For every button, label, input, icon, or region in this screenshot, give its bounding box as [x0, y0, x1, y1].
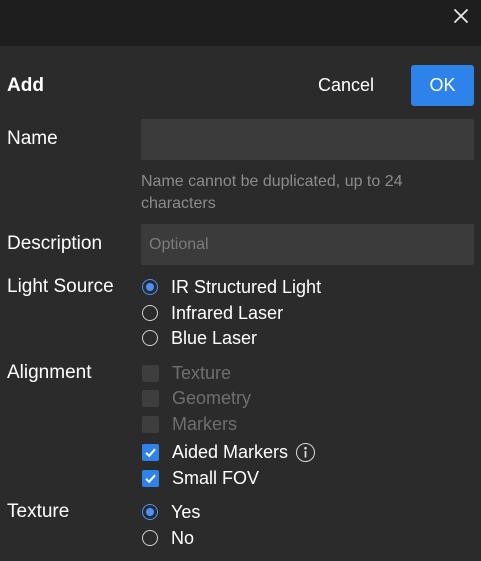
option-label: Small FOV	[172, 467, 260, 488]
add-dialog: Add Cancel OK Name Name cannot be duplic…	[0, 46, 481, 561]
option-label: Markers	[172, 413, 238, 434]
option-label: Aided Markers	[172, 441, 289, 462]
option-label: Texture	[172, 362, 232, 383]
checkbox-checked[interactable]	[142, 443, 159, 461]
option-label: Blue Laser	[171, 327, 258, 348]
check-icon	[145, 474, 156, 483]
option-label: Yes	[171, 501, 201, 522]
option-label: No	[171, 527, 195, 548]
light-source-label: Light Source	[7, 276, 114, 297]
radio-selected[interactable]	[142, 279, 158, 295]
option-label: IR Structured Light	[171, 276, 322, 297]
name-input[interactable]	[141, 119, 474, 160]
checkbox-disabled	[142, 389, 159, 407]
alignment-option-small-fov[interactable]: Small FOV	[142, 467, 259, 489]
cancel-button[interactable]: Cancel	[303, 65, 389, 105]
radio-selected[interactable]	[142, 504, 158, 520]
option-label: Geometry	[172, 387, 252, 408]
alignment-label: Alignment	[7, 362, 92, 383]
ok-button[interactable]: OK	[411, 65, 474, 106]
checkbox-checked[interactable]	[142, 469, 159, 487]
texture-option-no[interactable]: No	[142, 527, 194, 549]
light-source-option-infrared-laser[interactable]: Infrared Laser	[142, 302, 283, 324]
light-source-option-ir-structured-light[interactable]: IR Structured Light	[142, 276, 321, 298]
window-titlebar	[0, 0, 481, 46]
description-input[interactable]	[141, 224, 474, 265]
texture-label: Texture	[7, 501, 70, 522]
close-icon	[453, 8, 469, 24]
checkbox-disabled	[142, 415, 159, 433]
name-hint: Name cannot be duplicated, up to 24 char…	[141, 173, 403, 212]
alignment-option-texture: Texture	[142, 362, 231, 384]
alignment-option-markers: Markers	[142, 413, 237, 435]
info-icon[interactable]	[296, 442, 316, 462]
texture-option-yes[interactable]: Yes	[142, 501, 200, 523]
light-source-option-blue-laser[interactable]: Blue Laser	[142, 327, 257, 349]
name-label: Name	[7, 128, 58, 149]
description-label: Description	[7, 233, 103, 254]
radio-unselected[interactable]	[142, 330, 158, 346]
radio-unselected[interactable]	[142, 530, 158, 546]
close-button[interactable]	[447, 3, 475, 29]
alignment-option-geometry: Geometry	[142, 387, 251, 409]
alignment-option-aided-markers[interactable]: Aided Markers	[142, 441, 316, 463]
checkbox-disabled	[142, 364, 159, 382]
option-label: Infrared Laser	[171, 302, 284, 323]
radio-unselected[interactable]	[142, 305, 158, 321]
dialog-title: Add	[7, 75, 44, 96]
check-icon	[145, 448, 156, 457]
